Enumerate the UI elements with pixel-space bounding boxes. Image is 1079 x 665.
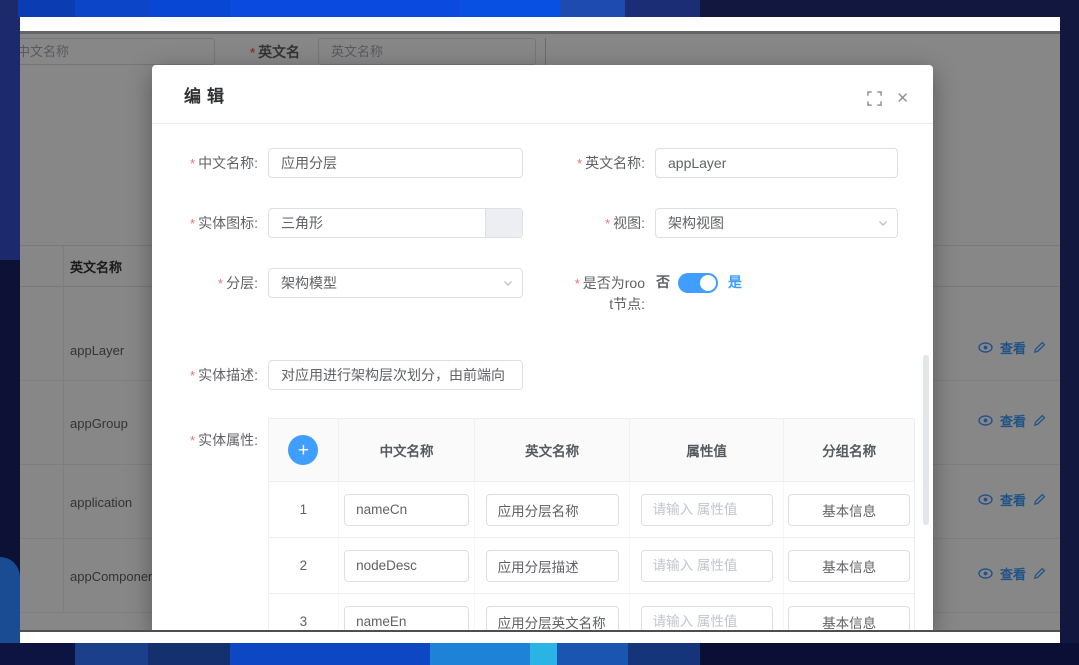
attr-row: 1 bbox=[269, 482, 914, 538]
attr-col-header-value: 属性值 bbox=[630, 419, 785, 481]
attr-row: 2 bbox=[269, 538, 914, 594]
attr-value-input[interactable] bbox=[641, 494, 773, 526]
view-select-value[interactable] bbox=[655, 208, 898, 238]
field-label-name-cn: *中文名称: bbox=[152, 148, 258, 179]
top-decoration-bar bbox=[0, 0, 1079, 17]
close-icon[interactable]: ✕ bbox=[896, 91, 909, 106]
add-attr-button[interactable]: + bbox=[288, 435, 318, 465]
switch-off-label: 否 bbox=[656, 272, 670, 292]
dialog-title: 编辑 bbox=[184, 82, 230, 107]
required-mark: * bbox=[190, 156, 195, 171]
switch-knob bbox=[700, 275, 716, 291]
row-index: 2 bbox=[300, 558, 308, 573]
field-label-layer: *分层: bbox=[152, 268, 258, 299]
attr-table: + 中文名称 英文名称 属性值 分组名称 1 2 bbox=[268, 418, 915, 632]
required-mark: * bbox=[190, 216, 195, 231]
plus-icon: + bbox=[298, 441, 309, 460]
attr-group-input[interactable] bbox=[788, 494, 910, 526]
fullscreen-icon[interactable] bbox=[867, 91, 882, 106]
attr-value-input[interactable] bbox=[641, 550, 773, 582]
field-label-desc: *实体描述: bbox=[152, 360, 258, 391]
dialog-scrollbar[interactable] bbox=[923, 355, 929, 525]
name-cn-input[interactable] bbox=[268, 148, 523, 178]
attr-en-input[interactable] bbox=[486, 494, 619, 526]
attr-name-input[interactable] bbox=[344, 494, 469, 526]
required-mark: * bbox=[575, 276, 580, 291]
attr-col-header-name-cn: 中文名称 bbox=[339, 419, 476, 481]
required-mark: * bbox=[605, 216, 610, 231]
page-bottom-edge bbox=[20, 630, 1060, 632]
edit-dialog: 编辑 ✕ *中文名称: *英文名称: *实体图标: *视图: bbox=[152, 65, 933, 632]
required-mark: * bbox=[190, 433, 195, 448]
row-index: 3 bbox=[300, 614, 308, 629]
bottom-decoration-bar bbox=[0, 643, 1079, 665]
page-bottom-strip bbox=[20, 632, 1060, 643]
name-en-input[interactable] bbox=[655, 148, 898, 178]
icon-picker-button[interactable] bbox=[485, 209, 522, 237]
desktop-left-edge bbox=[0, 17, 20, 643]
dialog-divider bbox=[152, 123, 933, 124]
attr-name-input[interactable] bbox=[344, 550, 469, 582]
field-label-icon: *实体图标: bbox=[152, 208, 258, 239]
entity-desc-input[interactable] bbox=[268, 360, 523, 390]
field-label-view: *视图: bbox=[532, 208, 645, 239]
icon-input-group bbox=[268, 208, 523, 238]
required-mark: * bbox=[218, 276, 223, 291]
attr-value-input[interactable] bbox=[641, 606, 773, 633]
attr-col-header-name-en: 英文名称 bbox=[475, 419, 630, 481]
required-mark: * bbox=[577, 156, 582, 171]
desktop-right-edge bbox=[1060, 17, 1079, 643]
layer-select[interactable] bbox=[268, 268, 523, 298]
attr-group-input[interactable] bbox=[788, 550, 910, 582]
root-switch[interactable] bbox=[678, 273, 718, 293]
attr-group-input[interactable] bbox=[788, 606, 910, 633]
attr-col-header-group: 分组名称 bbox=[784, 419, 914, 481]
attr-row: 3 bbox=[269, 594, 914, 632]
layer-select-value[interactable] bbox=[268, 268, 523, 298]
view-select[interactable] bbox=[655, 208, 898, 238]
attr-table-header: + 中文名称 英文名称 属性值 分组名称 bbox=[269, 419, 914, 482]
attr-en-input[interactable] bbox=[486, 606, 619, 633]
required-mark: * bbox=[190, 368, 195, 383]
attr-en-input[interactable] bbox=[486, 550, 619, 582]
field-label-root: *是否为roo t节点: bbox=[565, 273, 645, 315]
switch-on-label: 是 bbox=[728, 272, 742, 292]
row-index: 1 bbox=[300, 502, 308, 517]
field-label-name-en: *英文名称: bbox=[532, 148, 645, 179]
field-label-attrs: *实体属性: bbox=[152, 425, 258, 456]
attr-name-input[interactable] bbox=[344, 606, 469, 633]
browser-page: *英文名 英文名称 appLayer 查看 appGroup 查看 applic… bbox=[20, 17, 1060, 643]
